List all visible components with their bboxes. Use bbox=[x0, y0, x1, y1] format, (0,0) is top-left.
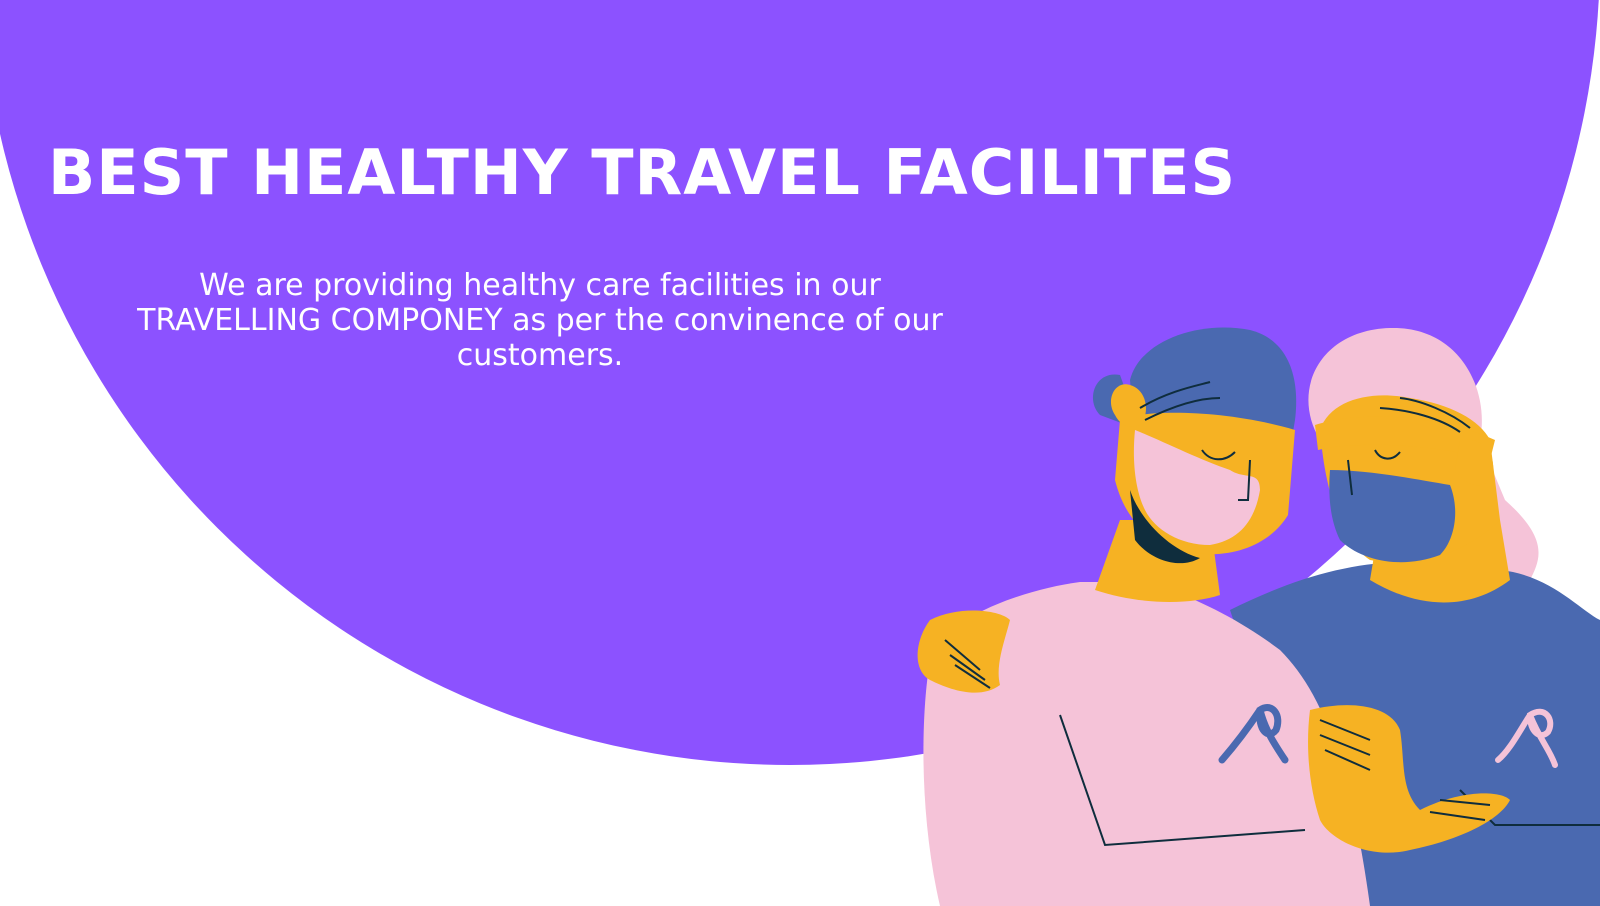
slide-title: BEST HEALTHY TRAVEL FACILITES bbox=[48, 136, 1237, 209]
slide-subtitle: We are providing healthy care facilities… bbox=[137, 268, 943, 373]
slide: BEST HEALTHY TRAVEL FACILITES We are pro… bbox=[0, 0, 1600, 906]
masked-people-illustration-icon bbox=[917, 327, 1600, 906]
